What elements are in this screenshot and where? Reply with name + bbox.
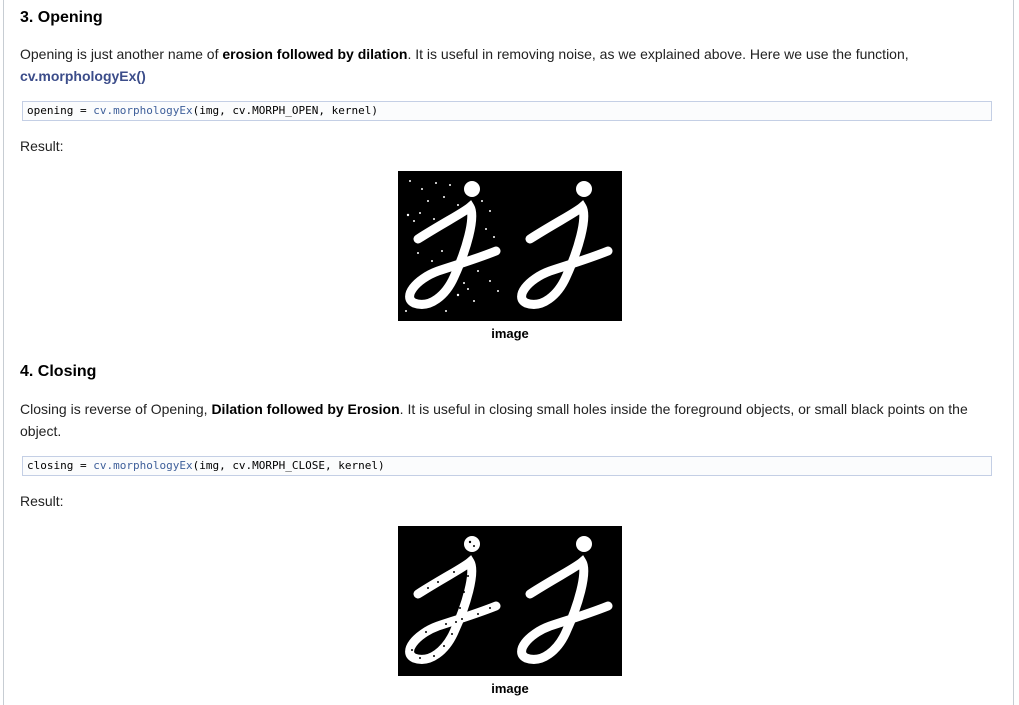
opening-description: Opening is just another name of erosion … bbox=[20, 43, 989, 87]
closing-text-1: Closing is reverse of Opening, bbox=[20, 401, 212, 417]
code-variable: opening = bbox=[27, 104, 94, 117]
opening-heading: 3. Opening bbox=[20, 9, 103, 26]
closing-figure: image bbox=[398, 526, 622, 696]
closing-section: 4. Closing bbox=[20, 362, 989, 382]
code-function: cv.morphologyEx bbox=[93, 104, 193, 117]
opening-result-label: Result: bbox=[20, 138, 64, 154]
closing-result-label: Result: bbox=[20, 493, 64, 509]
code-variable: closing = bbox=[27, 459, 94, 472]
content-page: 3. Opening Opening is just another name … bbox=[3, 0, 1014, 705]
morphologyex-link[interactable]: cv.morphologyEx() bbox=[20, 68, 146, 84]
opening-code-block: opening = cv.morphologyEx(img, cv.MORPH_… bbox=[22, 101, 992, 121]
opening-section: 3. Opening bbox=[20, 8, 989, 28]
opening-figure: image bbox=[398, 171, 622, 341]
opening-text-1: Opening is just another name of bbox=[20, 46, 223, 62]
opening-paragraph: Opening is just another name of erosion … bbox=[20, 43, 989, 87]
closing-text-bold: Dilation followed by Erosion bbox=[211, 401, 400, 417]
opening-text-bold: erosion followed by dilation bbox=[222, 46, 408, 62]
code-arguments: (img, cv.MORPH_CLOSE, kernel) bbox=[192, 459, 385, 472]
code-arguments: (img, cv.MORPH_OPEN, kernel) bbox=[192, 104, 379, 117]
closing-description: Closing is reverse of Opening, Dilation … bbox=[20, 398, 989, 442]
closing-code-block: closing = cv.morphologyEx(img, cv.MORPH_… bbox=[22, 456, 992, 476]
closing-image-caption: image bbox=[491, 681, 529, 696]
opening-image-caption: image bbox=[491, 326, 529, 341]
closing-result-image bbox=[398, 526, 622, 676]
code-function: cv.morphologyEx bbox=[93, 459, 193, 472]
opening-result-image bbox=[398, 171, 622, 321]
closing-paragraph: Closing is reverse of Opening, Dilation … bbox=[20, 398, 989, 442]
closing-heading: 4. Closing bbox=[20, 363, 97, 380]
opening-text-2: . It is useful in removing noise, as we … bbox=[407, 46, 909, 62]
